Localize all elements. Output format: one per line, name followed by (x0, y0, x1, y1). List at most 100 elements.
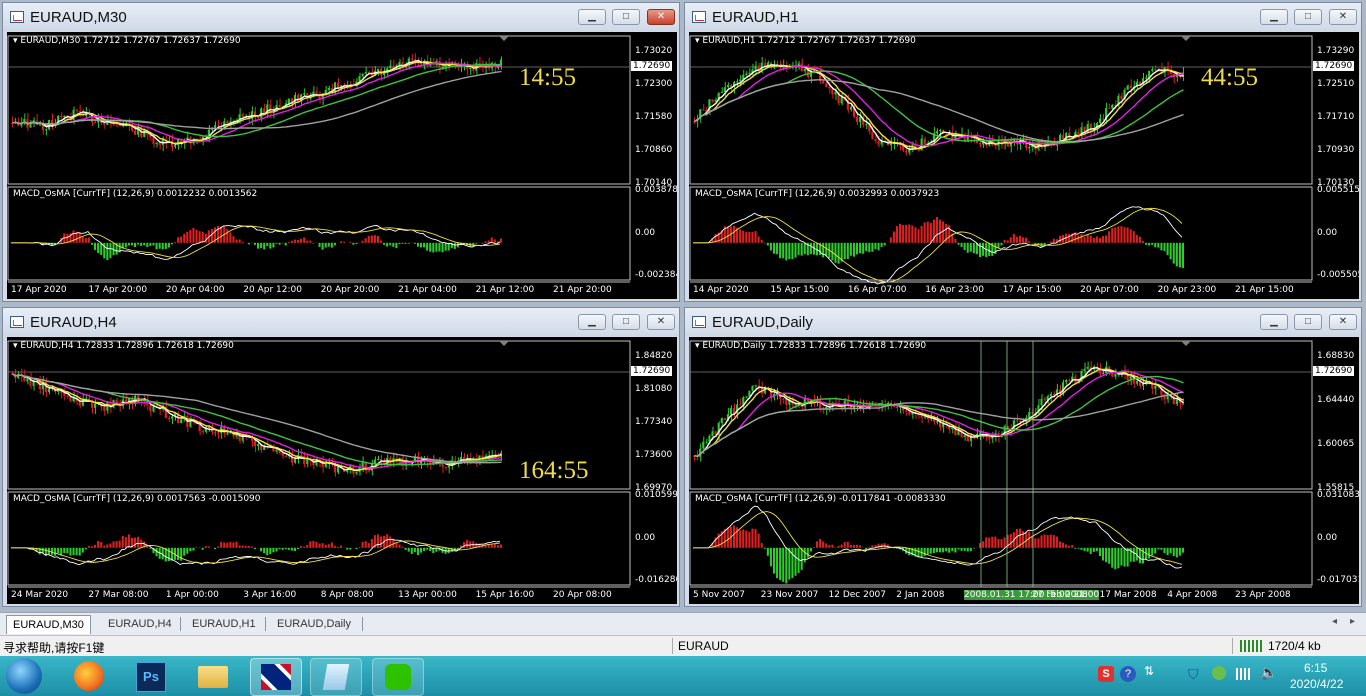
macd-bar (899, 223, 902, 243)
maximize-button[interactable]: □ (612, 314, 640, 330)
tab-euraud-h1[interactable]: EURAUD,H1 (186, 615, 262, 633)
price-chart-svg (689, 35, 1313, 285)
macd-bar (1068, 545, 1071, 548)
photoshop-icon[interactable]: Ps (126, 658, 176, 694)
clock-time[interactable]: 6:15 (1304, 661, 1327, 675)
minimize-button[interactable]: ▁ (1260, 314, 1288, 330)
candle-body (1114, 374, 1117, 377)
macd-bar (1028, 531, 1031, 548)
notepad-icon[interactable] (310, 658, 362, 696)
candle-body (1018, 420, 1022, 422)
candle-body (729, 408, 732, 415)
help-icon[interactable]: ? (1120, 666, 1136, 682)
status-divider (1232, 638, 1233, 654)
window-titlebar[interactable]: EURAUD,H1 ▁ □ ✕ (685, 3, 1361, 31)
close-button[interactable]: ✕ (647, 9, 675, 25)
macd-bar (1166, 242, 1169, 256)
tab-scroll-right-icon[interactable]: ▸ (1350, 616, 1355, 627)
macd-bar (330, 242, 333, 248)
wechat-icon[interactable] (372, 658, 424, 696)
close-button[interactable]: ✕ (647, 314, 675, 330)
macd-bar (1046, 535, 1049, 548)
macd-bar (966, 242, 969, 253)
candle-body (723, 418, 726, 420)
minimize-button[interactable]: ▁ (1260, 9, 1288, 25)
macd-bar (843, 542, 846, 548)
macd-bar (407, 242, 410, 244)
macd-bar (349, 241, 352, 243)
macd-bar (791, 242, 794, 260)
chart-area[interactable]: ▾ EURAUD,M30 1.72712 1.72767 1.72637 1.7… (7, 32, 677, 299)
shield-icon[interactable]: ⛉ (1188, 666, 1199, 683)
clock-date[interactable]: 2020/4/22 (1290, 677, 1343, 691)
close-button[interactable]: ✕ (1329, 9, 1357, 25)
macd-axis-label: -0.016286 (635, 575, 677, 585)
macd-bar (413, 547, 416, 553)
chart-window-h1[interactable]: EURAUD,H1 ▁ □ ✕ ▾ EURAUD,H1 1.72712 1.72… (684, 2, 1362, 302)
candle-body (905, 410, 908, 412)
macd-bar (1086, 547, 1089, 552)
tab-euraud-m30[interactable]: EURAUD,M30 (6, 615, 91, 634)
macd-bar (429, 547, 432, 552)
volume-icon[interactable]: 🔈 (1260, 664, 1277, 681)
time-axis-label: 15 Apr 15:00 (770, 285, 830, 295)
price-axis-label: 1.60065 (1317, 439, 1355, 449)
firefox-icon[interactable] (64, 658, 114, 694)
time-axis-label: 16 Apr 07:00 (847, 285, 907, 295)
metatrader-icon[interactable] (250, 658, 302, 696)
macd-bar (945, 547, 948, 552)
macd-bar (229, 541, 232, 548)
macd-bar (226, 542, 229, 548)
macd-bar (158, 242, 161, 249)
tab-euraud-h4[interactable]: EURAUD,H4 (102, 615, 178, 633)
macd-bar (232, 542, 235, 548)
price-axis-label: 1.73290 (1317, 46, 1355, 56)
status-traffic: 1720/4 kb (1268, 639, 1321, 653)
macd-bar (846, 541, 849, 548)
minimize-button[interactable]: ▁ (578, 314, 606, 330)
macd-bar (751, 528, 754, 548)
candle-body (739, 79, 742, 82)
window-titlebar[interactable]: EURAUD,M30 ▁ □ ✕ (3, 3, 679, 31)
chart-window-h4[interactable]: EURAUD,H4 ▁ □ ✕ ▾ EURAUD,H4 1.72833 1.72… (2, 307, 680, 607)
maximize-button[interactable]: □ (612, 9, 640, 25)
macd-bar (871, 242, 874, 252)
signal-icon[interactable] (1236, 668, 1252, 680)
macd-bar (416, 547, 419, 556)
chart-window-m30[interactable]: EURAUD,M30 ▁ □ ✕ ▾ EURAUD,M30 1.72712 1.… (2, 2, 680, 302)
macd-bar (963, 547, 966, 551)
time-axis-label: 20 Apr 08:00 (553, 590, 612, 600)
maximize-button[interactable]: □ (1294, 9, 1322, 25)
macd-bar (1126, 227, 1129, 243)
minimize-button[interactable]: ▁ (578, 9, 606, 25)
time-axis-label: 16 Apr 23:00 (925, 285, 984, 295)
start-button-icon[interactable] (6, 658, 42, 694)
tab-euraud-daily[interactable]: EURAUD,Daily (271, 615, 357, 633)
macd-bar (969, 242, 972, 252)
file-explorer-icon[interactable] (188, 658, 238, 694)
price-axis-label: 1.68830 (1317, 351, 1355, 361)
candle-body (1111, 104, 1114, 109)
macd-bar (367, 543, 370, 548)
close-button[interactable]: ✕ (1329, 314, 1357, 330)
chart-window-daily[interactable]: EURAUD,Daily ▁ □ ✕ ▾ EURAUD,Daily 1.7283… (684, 307, 1362, 607)
window-titlebar[interactable]: EURAUD,H4 ▁ □ ✕ (3, 308, 679, 336)
chart-area[interactable]: ▾ EURAUD,H4 1.72833 1.72896 1.72618 1.72… (7, 337, 677, 604)
macd-bar (484, 241, 487, 243)
macd-bar (1065, 544, 1068, 548)
chart-area[interactable]: ▾ EURAUD,Daily 1.72833 1.72896 1.72618 1… (689, 337, 1359, 604)
time-axis-label: 20 Apr 23:00 (1157, 285, 1217, 295)
chart-area[interactable]: ▾ EURAUD,H1 1.72712 1.72767 1.72637 1.72… (689, 32, 1359, 299)
macd-bar (253, 242, 256, 245)
tab-scroll-left-icon[interactable]: ◂ (1332, 616, 1337, 627)
macd-bar (75, 547, 78, 556)
network-tray-icon[interactable]: ⇅ (1144, 664, 1154, 678)
window-titlebar[interactable]: EURAUD,Daily ▁ □ ✕ (685, 308, 1361, 336)
macd-bar (1071, 545, 1074, 548)
candle-body (143, 130, 146, 137)
security-tray-icon[interactable] (1212, 666, 1226, 680)
sogou-input-icon[interactable]: S (1098, 666, 1114, 682)
macd-axis-label: -0.017031 (1317, 575, 1359, 585)
macd-bar (972, 547, 975, 549)
maximize-button[interactable]: □ (1294, 314, 1322, 330)
